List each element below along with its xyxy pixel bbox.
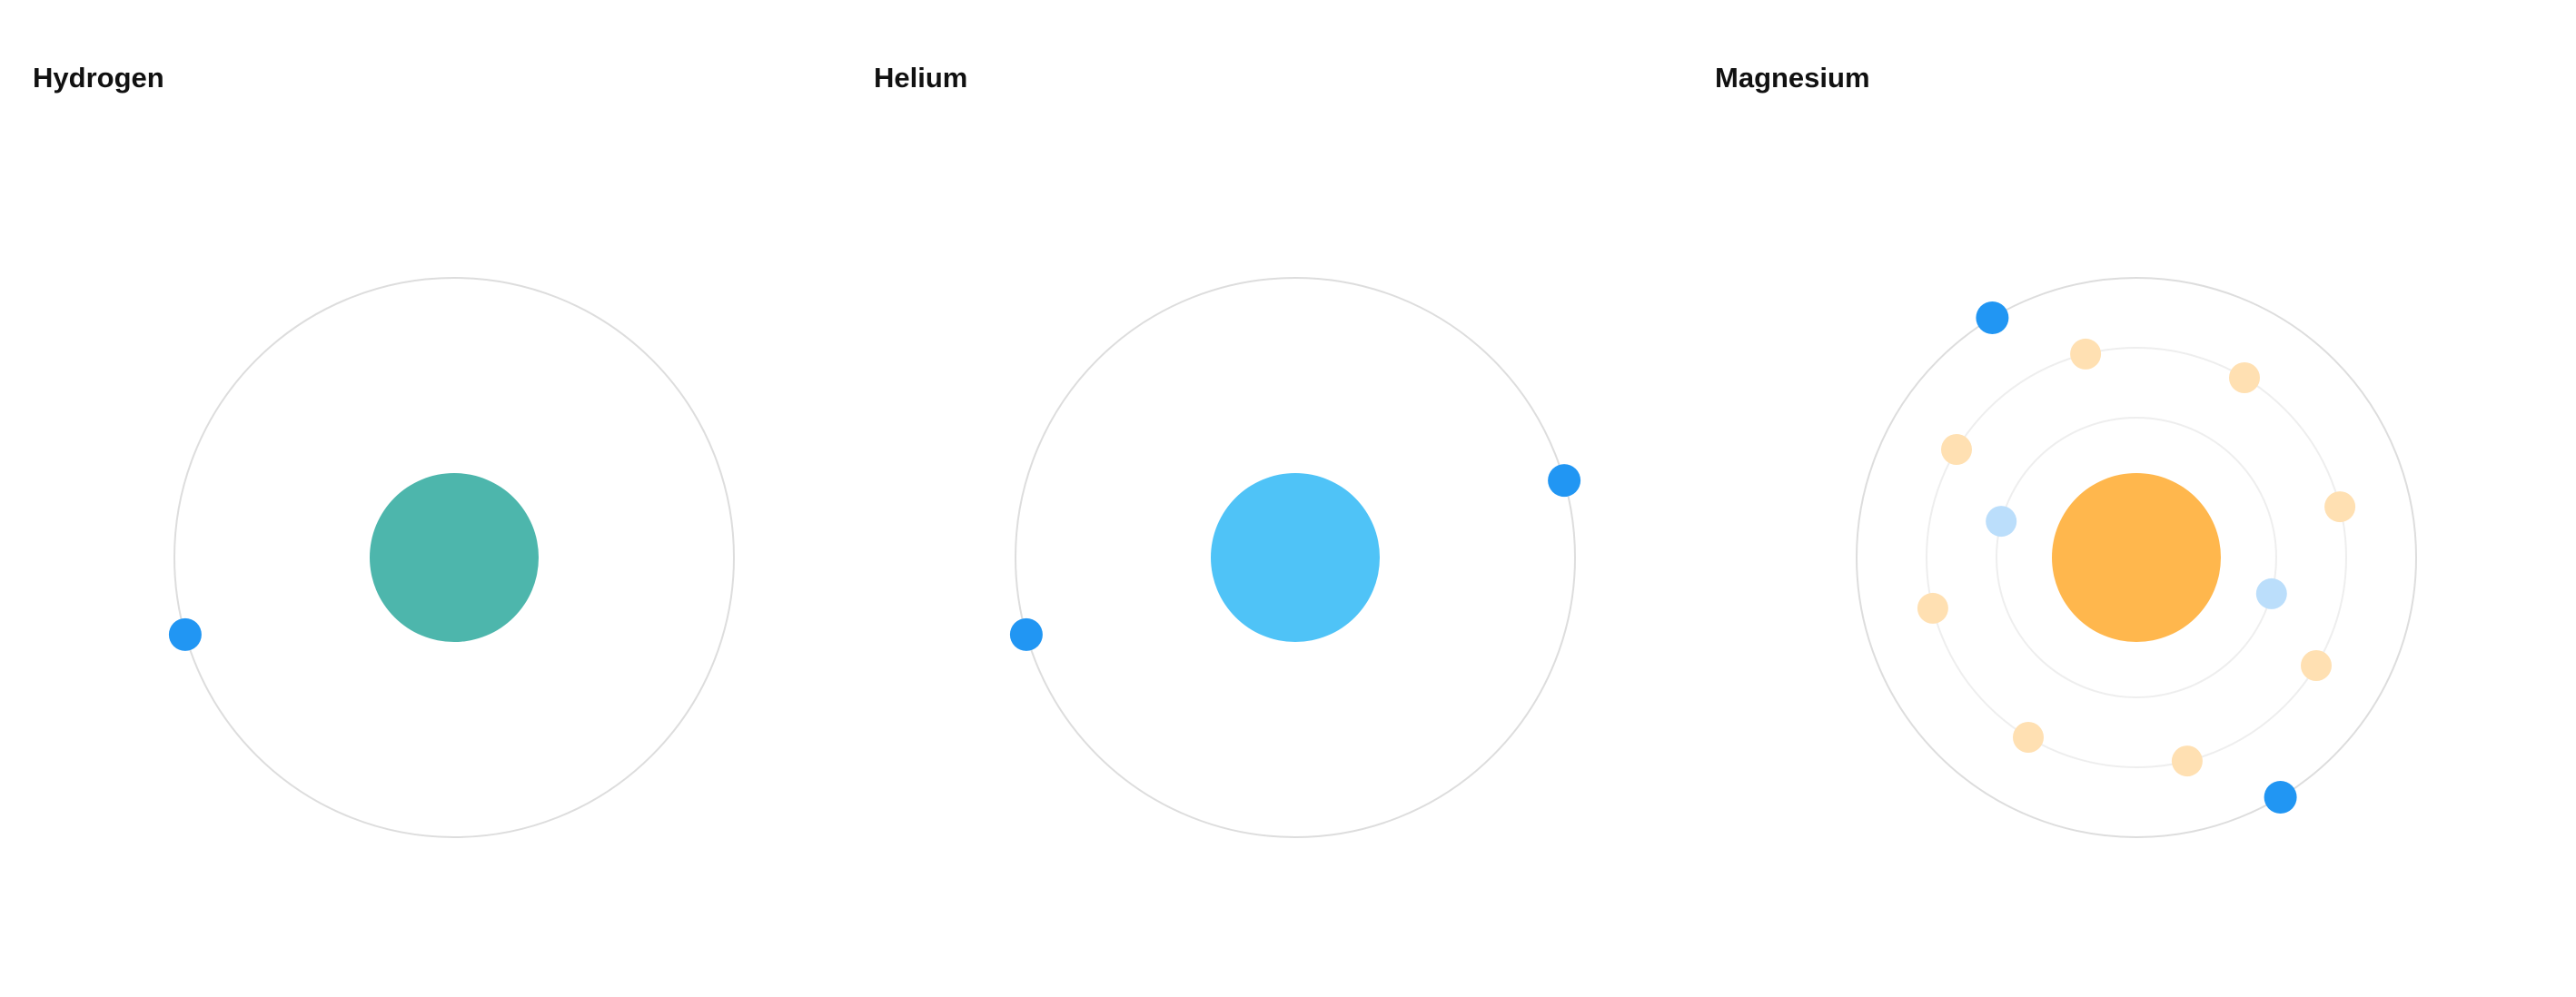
magnesium-shell-2-electron [2070,338,2102,370]
helium-nucleus [1211,473,1380,642]
magnesium-shell-2-electron [1917,592,1948,624]
magnesium-shell-1-electron [2255,577,2287,609]
atom-diagram-magnesium [1856,277,2417,838]
magnesium-shell-3-electron [2264,781,2297,814]
magnesium-shell-1-electron [1986,506,2017,538]
atom-panel-hydrogen: Hydrogen [0,0,839,997]
hydrogen-nucleus [370,473,539,642]
magnesium-shell-2-electron [2229,362,2260,393]
magnesium-shell-2-electron [2013,722,2044,753]
magnesium-nucleus [2052,473,2221,642]
atom-panel-helium: Helium [841,0,1680,997]
magnesium-shell-2-electron [2301,650,2332,681]
magnesium-shell-2-electron [2171,745,2203,777]
atom-diagram-hydrogen [168,277,735,838]
magnesium-shell-3-electron [1976,301,2009,334]
hydrogen-shell-1-electron [168,617,202,651]
helium-shell-1-electron [1009,617,1043,651]
magnesium-shell-2-electron [1941,434,1972,465]
magnesium-shell-2-electron [2324,491,2356,523]
helium-shell-1-electron [1548,464,1581,498]
atom-panel-magnesium: Magnesium [1682,0,2522,997]
atom-diagram-helium [1009,277,1581,838]
